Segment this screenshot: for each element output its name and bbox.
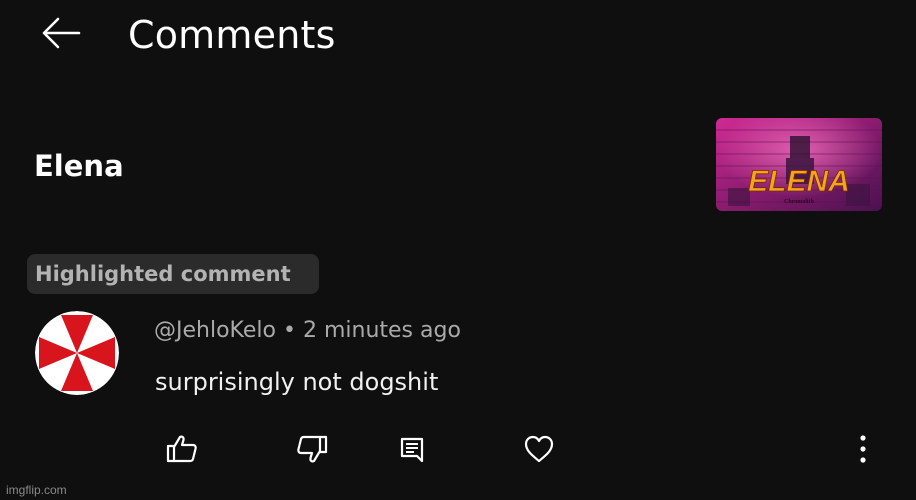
video-thumbnail[interactable]: ELENA Chromolith	[716, 118, 882, 211]
comment-text: surprisingly not dogshit	[155, 368, 439, 396]
top-bar: Comments	[0, 0, 916, 72]
video-title: Elena	[34, 149, 124, 183]
avatar[interactable]	[35, 311, 119, 395]
dislike-button[interactable]	[290, 428, 334, 470]
page-title: Comments	[128, 13, 336, 57]
back-button[interactable]	[36, 12, 84, 54]
thumbs-up-icon	[165, 434, 199, 464]
comment-icon	[398, 434, 426, 464]
more-vertical-icon	[859, 434, 867, 464]
thumbs-down-icon	[295, 434, 329, 464]
more-options-button[interactable]	[841, 428, 885, 470]
thumbnail-subtitle-art: Chromolith	[784, 199, 815, 205]
comment-meta: @JehloKelo • 2 minutes ago	[154, 316, 461, 346]
like-button[interactable]	[160, 428, 204, 470]
comment-timestamp: 2 minutes ago	[302, 318, 461, 343]
heart-button[interactable]	[517, 428, 561, 470]
heart-icon	[523, 434, 555, 464]
comment-author-handle[interactable]: @JehloKelo	[154, 318, 276, 343]
meta-separator: •	[282, 318, 296, 343]
arrow-left-icon	[39, 16, 81, 50]
reply-button[interactable]	[390, 428, 434, 470]
watermark: imgflip.com	[6, 483, 67, 497]
highlighted-comment-badge: Highlighted comment	[27, 254, 319, 294]
thumbnail-title-art: ELENA	[748, 165, 850, 198]
